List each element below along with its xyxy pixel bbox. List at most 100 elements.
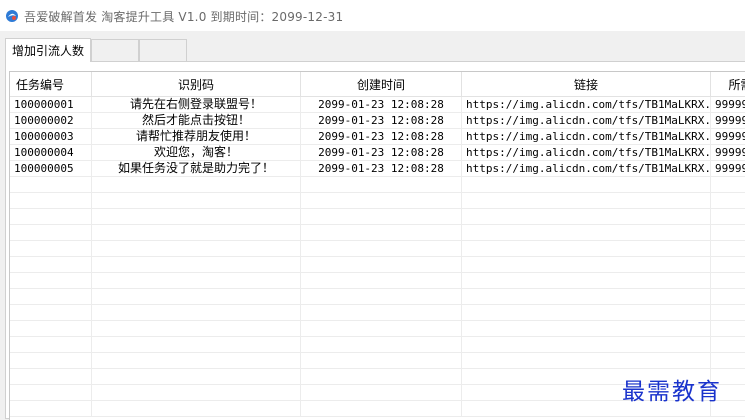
empty-cell [301,385,462,401]
empty-cell [10,257,92,273]
empty-cell [10,401,92,417]
empty-cell [462,177,711,193]
empty-cell [301,321,462,337]
empty-cell [92,241,301,257]
empty-cell [92,289,301,305]
empty-cell [92,337,301,353]
empty-cell [10,337,92,353]
cell-task-id: 100000005 [10,161,92,177]
empty-cell [301,225,462,241]
empty-cell [92,209,301,225]
empty-cell [92,257,301,273]
column-header-created[interactable]: 创建时间 [301,72,462,97]
empty-cell [92,193,301,209]
empty-cell [301,305,462,321]
cell-need: 99999 [711,145,745,161]
empty-cell [92,225,301,241]
empty-cell [711,257,745,273]
empty-cell [711,209,745,225]
empty-cell [301,257,462,273]
empty-cell [301,369,462,385]
tab-label: 增加引流人数 [11,44,84,58]
empty-cell [462,257,711,273]
task-table[interactable]: 任务编号 识别码 创建时间 链接 所需 100000001 请先在右侧登录联盟号… [9,71,745,420]
empty-cell [462,273,711,289]
empty-cell [711,353,745,369]
empty-cell [10,193,92,209]
column-header-need[interactable]: 所需 [711,72,745,97]
empty-cell [711,305,745,321]
cell-link: https://img.alicdn.com/tfs/TB1MaLKRX... [462,129,711,145]
empty-cell [10,289,92,305]
title-bar[interactable]: 吾爱破解首发 淘客提升工具 V1.0 到期时间：2099-12-31 [0,0,745,31]
empty-table-row [10,209,745,225]
empty-cell [92,385,301,401]
empty-cell [10,177,92,193]
empty-cell [462,225,711,241]
cell-created: 2099-01-23 12:08:28 [301,145,462,161]
cell-created: 2099-01-23 12:08:28 [301,161,462,177]
empty-cell [711,273,745,289]
tab-2[interactable] [91,39,139,61]
empty-table-row [10,289,745,305]
empty-cell [462,353,711,369]
empty-cell [92,273,301,289]
table-header: 任务编号 识别码 创建时间 链接 所需 [10,72,745,97]
empty-cell [462,193,711,209]
tab-3[interactable] [139,39,187,61]
app-window: 吾爱破解首发 淘客提升工具 V1.0 到期时间：2099-12-31 增加引流人… [0,0,745,420]
empty-cell [301,289,462,305]
empty-cell [301,193,462,209]
empty-cell [10,385,92,401]
empty-cell [462,321,711,337]
empty-cell [92,401,301,417]
cell-created: 2099-01-23 12:08:28 [301,97,462,113]
empty-cell [301,337,462,353]
empty-cell [92,177,301,193]
table-row[interactable]: 100000002 然后才能点击按钮！ 2099-01-23 12:08:28 … [10,113,745,129]
empty-cell [711,241,745,257]
empty-cell [10,353,92,369]
empty-cell [462,305,711,321]
window-title: 吾爱破解首发 淘客提升工具 V1.0 到期时间：2099-12-31 [24,10,344,24]
empty-cell [711,289,745,305]
cell-task-id: 100000002 [10,113,92,129]
empty-cell [301,241,462,257]
empty-table-row [10,241,745,257]
table-row[interactable]: 100000001 请先在右侧登录联盟号！ 2099-01-23 12:08:2… [10,97,745,113]
empty-cell [10,321,92,337]
empty-cell [301,209,462,225]
cell-code: 然后才能点击按钮！ [92,113,301,129]
empty-cell [92,305,301,321]
column-header-task-id[interactable]: 任务编号 [10,72,92,97]
empty-cell [10,273,92,289]
empty-cell [711,337,745,353]
empty-table-row [10,337,745,353]
cell-link: https://img.alicdn.com/tfs/TB1MaLKRX... [462,113,711,129]
table-row[interactable]: 100000003 请帮忙推荐朋友使用！ 2099-01-23 12:08:28… [10,129,745,145]
tab-increase-traffic[interactable]: 增加引流人数 [5,38,91,62]
cell-created: 2099-01-23 12:08:28 [301,129,462,145]
empty-cell [10,305,92,321]
cell-link: https://img.alicdn.com/tfs/TB1MaLKRX... [462,145,711,161]
cell-link: https://img.alicdn.com/tfs/TB1MaLKRX... [462,97,711,113]
table-row[interactable]: 100000005 如果任务没了就是助力完了！ 2099-01-23 12:08… [10,161,745,177]
empty-cell [92,353,301,369]
cell-task-id: 100000003 [10,129,92,145]
cell-code: 请帮忙推荐朋友使用！ [92,129,301,145]
watermark-text: 最需教育 [622,379,722,405]
empty-cell [10,369,92,385]
table-row[interactable]: 100000004 欢迎您，淘客！ 2099-01-23 12:08:28 ht… [10,145,745,161]
empty-table-row [10,193,745,209]
empty-table-row [10,353,745,369]
column-header-code[interactable]: 识别码 [92,72,301,97]
empty-cell [462,289,711,305]
empty-cell [301,177,462,193]
column-header-link[interactable]: 链接 [462,72,711,97]
cell-created: 2099-01-23 12:08:28 [301,113,462,129]
empty-table-row [10,273,745,289]
empty-cell [301,353,462,369]
cell-code: 欢迎您，淘客！ [92,145,301,161]
cell-task-id: 100000001 [10,97,92,113]
cell-need: 99999 [711,161,745,177]
